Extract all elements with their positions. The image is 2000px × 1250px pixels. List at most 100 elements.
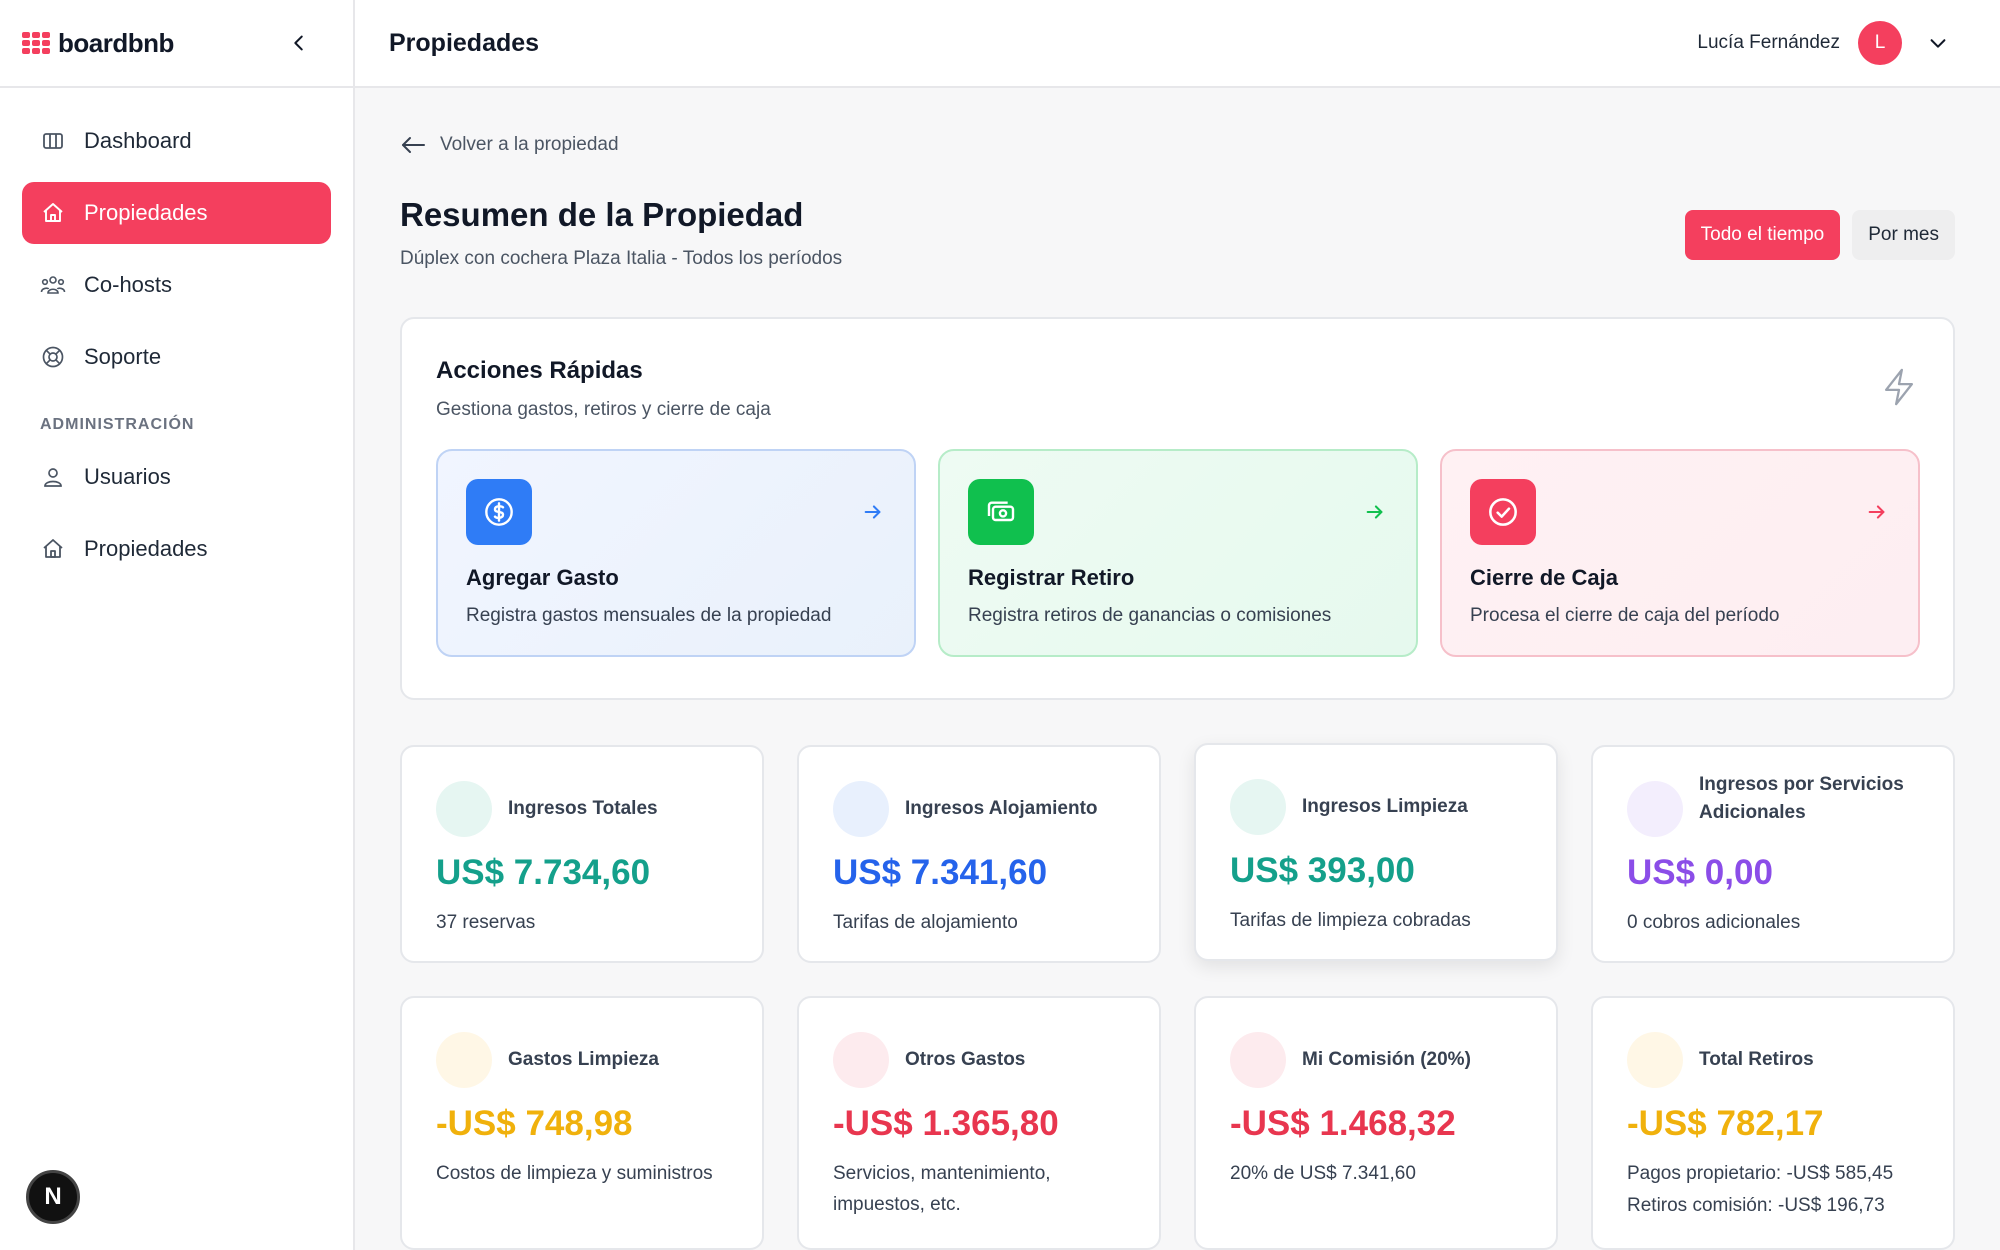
arrow-left-icon — [402, 137, 425, 153]
stat-dot-icon — [1627, 781, 1683, 837]
monthly-button[interactable]: Por mes — [1852, 210, 1955, 260]
cash-closing-button[interactable]: Cierre de Caja Procesa el cierre de caja… — [1440, 449, 1920, 657]
sidebar-item-dashboard[interactable]: Dashboard — [22, 110, 331, 172]
sidebar-section-label: ADMINISTRACIÓN — [40, 416, 195, 433]
action-title: Cierre de Caja — [1470, 565, 1618, 590]
lifebuoy-icon — [40, 344, 66, 370]
arrow-right-icon — [1868, 505, 1885, 519]
action-description: Registra retiros de ganancias o comision… — [968, 605, 1332, 626]
stat-dot-icon — [436, 1032, 492, 1088]
dollar-circle-icon — [466, 479, 532, 545]
stat-value: -US$ 782,17 — [1627, 1104, 1824, 1143]
back-link-label: Volver a la propiedad — [440, 134, 619, 155]
stat-value: US$ 393,00 — [1230, 851, 1415, 890]
stat-value: US$ 7.734,60 — [436, 853, 651, 892]
user-name: Lucía Fernández — [1697, 32, 1840, 53]
quick-actions-card: Acciones Rápidas Gestiona gastos, retiro… — [400, 317, 1955, 700]
columns-icon — [40, 128, 66, 154]
stat-card-total-retiros: Total Retiros -US$ 782,17 Pagos propieta… — [1591, 996, 1955, 1250]
stat-label: Total Retiros — [1699, 1049, 1814, 1070]
period-toggle: Todo el tiempo Por mes — [1684, 210, 1955, 260]
sidebar-nav: Dashboard Propiedades Co-hosts Soporte A… — [0, 88, 353, 612]
home-icon — [40, 200, 66, 226]
top-header: Propiedades Lucía Fernández L — [355, 0, 2000, 88]
action-description: Procesa el cierre de caja del período — [1470, 605, 1780, 626]
stat-dot-icon — [1627, 1032, 1683, 1088]
all-time-button[interactable]: Todo el tiempo — [1684, 210, 1841, 260]
sidebar-item-label: Usuarios — [84, 464, 171, 489]
user-menu[interactable]: Lucía Fernández L — [1697, 21, 1966, 65]
stat-card-ingresos-totales: Ingresos Totales US$ 7.734,60 37 reserva… — [400, 745, 764, 963]
lightning-icon — [1885, 368, 1913, 406]
cash-icon — [968, 479, 1034, 545]
user-menu-toggle[interactable] — [1920, 25, 1956, 61]
stat-description: Costos de limpieza y suministros — [436, 1163, 713, 1184]
stat-card-otros-gastos: Otros Gastos -US$ 1.365,80 Servicios, ma… — [797, 996, 1161, 1250]
sidebar-item-co-hosts[interactable]: Co-hosts — [22, 254, 331, 316]
stat-description: 0 cobros adicionales — [1627, 912, 1801, 933]
register-withdrawal-button[interactable]: Registrar Retiro Registra retiros de gan… — [938, 449, 1418, 657]
stat-label: Otros Gastos — [905, 1049, 1026, 1070]
header-title: Propiedades — [389, 28, 540, 57]
stat-card-ingresos-alojamiento: Ingresos Alojamiento US$ 7.341,60 Tarifa… — [797, 745, 1161, 963]
logo-mark-icon — [22, 32, 50, 54]
stat-description: Servicios, mantenimiento, impuestos, etc… — [833, 1163, 1051, 1215]
stat-label: Ingresos por Servicios Adicionales — [1699, 774, 1904, 823]
collapse-sidebar-button[interactable] — [279, 23, 319, 63]
stat-value: -US$ 1.365,80 — [833, 1104, 1059, 1143]
stat-value: -US$ 1.468,32 — [1230, 1104, 1456, 1143]
action-description: Registra gastos mensuales de la propieda… — [466, 605, 832, 626]
stat-value: -US$ 748,98 — [436, 1104, 633, 1143]
action-title: Registrar Retiro — [968, 565, 1135, 590]
stat-description-secondary: Retiros comisión: -US$ 196,73 — [1627, 1195, 1885, 1216]
sidebar-item-usuarios[interactable]: Usuarios — [22, 446, 331, 508]
stat-card-gastos-limpieza: Gastos Limpieza -US$ 748,98 Costos de li… — [400, 996, 764, 1250]
sidebar-item-label: Co-hosts — [84, 272, 173, 297]
stat-dot-icon — [833, 1032, 889, 1088]
stat-description: Tarifas de limpieza cobradas — [1230, 910, 1471, 931]
sidebar-item-label: Soporte — [84, 344, 162, 369]
stat-description: 20% de US$ 7.341,60 — [1230, 1163, 1416, 1184]
users-group-icon — [40, 272, 66, 298]
stat-card-ingresos-limpieza: Ingresos Limpieza US$ 393,00 Tarifas de … — [1194, 743, 1558, 961]
stat-card-servicios-adicionales: Ingresos por Servicios Adicionales US$ 0… — [1591, 745, 1955, 963]
stat-value: US$ 7.341,60 — [833, 853, 1048, 892]
stat-label: Mi Comisión (20%) — [1302, 1049, 1471, 1070]
home-icon — [40, 536, 66, 562]
main-content: Volver a la propiedad Resumen de la Prop… — [355, 90, 2000, 1250]
sidebar-item-admin-propiedades[interactable]: Propiedades — [22, 518, 331, 580]
stat-card-mi-comision: Mi Comisión (20%) -US$ 1.468,32 20% de U… — [1194, 996, 1558, 1250]
chevron-left-icon — [294, 35, 303, 51]
sidebar-item-label: Propiedades — [84, 536, 208, 561]
stat-value: US$ 0,00 — [1627, 853, 1773, 892]
stat-label: Ingresos Limpieza — [1302, 796, 1468, 817]
avatar[interactable]: L — [1858, 21, 1902, 65]
sidebar-item-label: Dashboard — [84, 128, 192, 153]
sidebar-item-soporte[interactable]: Soporte — [22, 326, 331, 388]
arrow-right-icon — [864, 505, 881, 519]
stat-dot-icon — [1230, 1032, 1286, 1088]
stat-label: Ingresos Alojamiento — [905, 798, 1098, 819]
page-subtitle: Dúplex con cochera Plaza Italia - Todos … — [400, 248, 843, 269]
stat-description: 37 reservas — [436, 912, 536, 933]
back-link[interactable]: Volver a la propiedad — [400, 134, 619, 156]
brand-bar: boardbnb — [0, 0, 353, 88]
action-title: Agregar Gasto — [466, 565, 619, 590]
sidebar-item-label: Propiedades — [84, 200, 208, 225]
quick-actions-subtitle: Gestiona gastos, retiros y cierre de caj… — [436, 399, 771, 420]
brand-logo[interactable]: boardbnb — [22, 28, 174, 59]
stat-dot-icon — [833, 781, 889, 837]
stat-description: Tarifas de alojamiento — [833, 912, 1018, 933]
quick-actions-title: Acciones Rápidas — [436, 357, 643, 384]
check-circle-icon — [1470, 479, 1536, 545]
arrow-right-icon — [1366, 505, 1383, 519]
stat-dot-icon — [436, 781, 492, 837]
users-icon — [40, 464, 66, 490]
sidebar: boardbnb Dashboard Propiedades Co-hosts — [0, 0, 355, 1250]
add-expense-button[interactable]: Agregar Gasto Registra gastos mensuales … — [436, 449, 916, 657]
brand-name: boardbnb — [58, 27, 174, 58]
framework-badge[interactable]: N — [26, 1170, 80, 1224]
stat-description: Pagos propietario: -US$ 585,45 — [1627, 1163, 1894, 1184]
sidebar-item-propiedades[interactable]: Propiedades — [22, 182, 331, 244]
stat-dot-icon — [1230, 779, 1286, 835]
